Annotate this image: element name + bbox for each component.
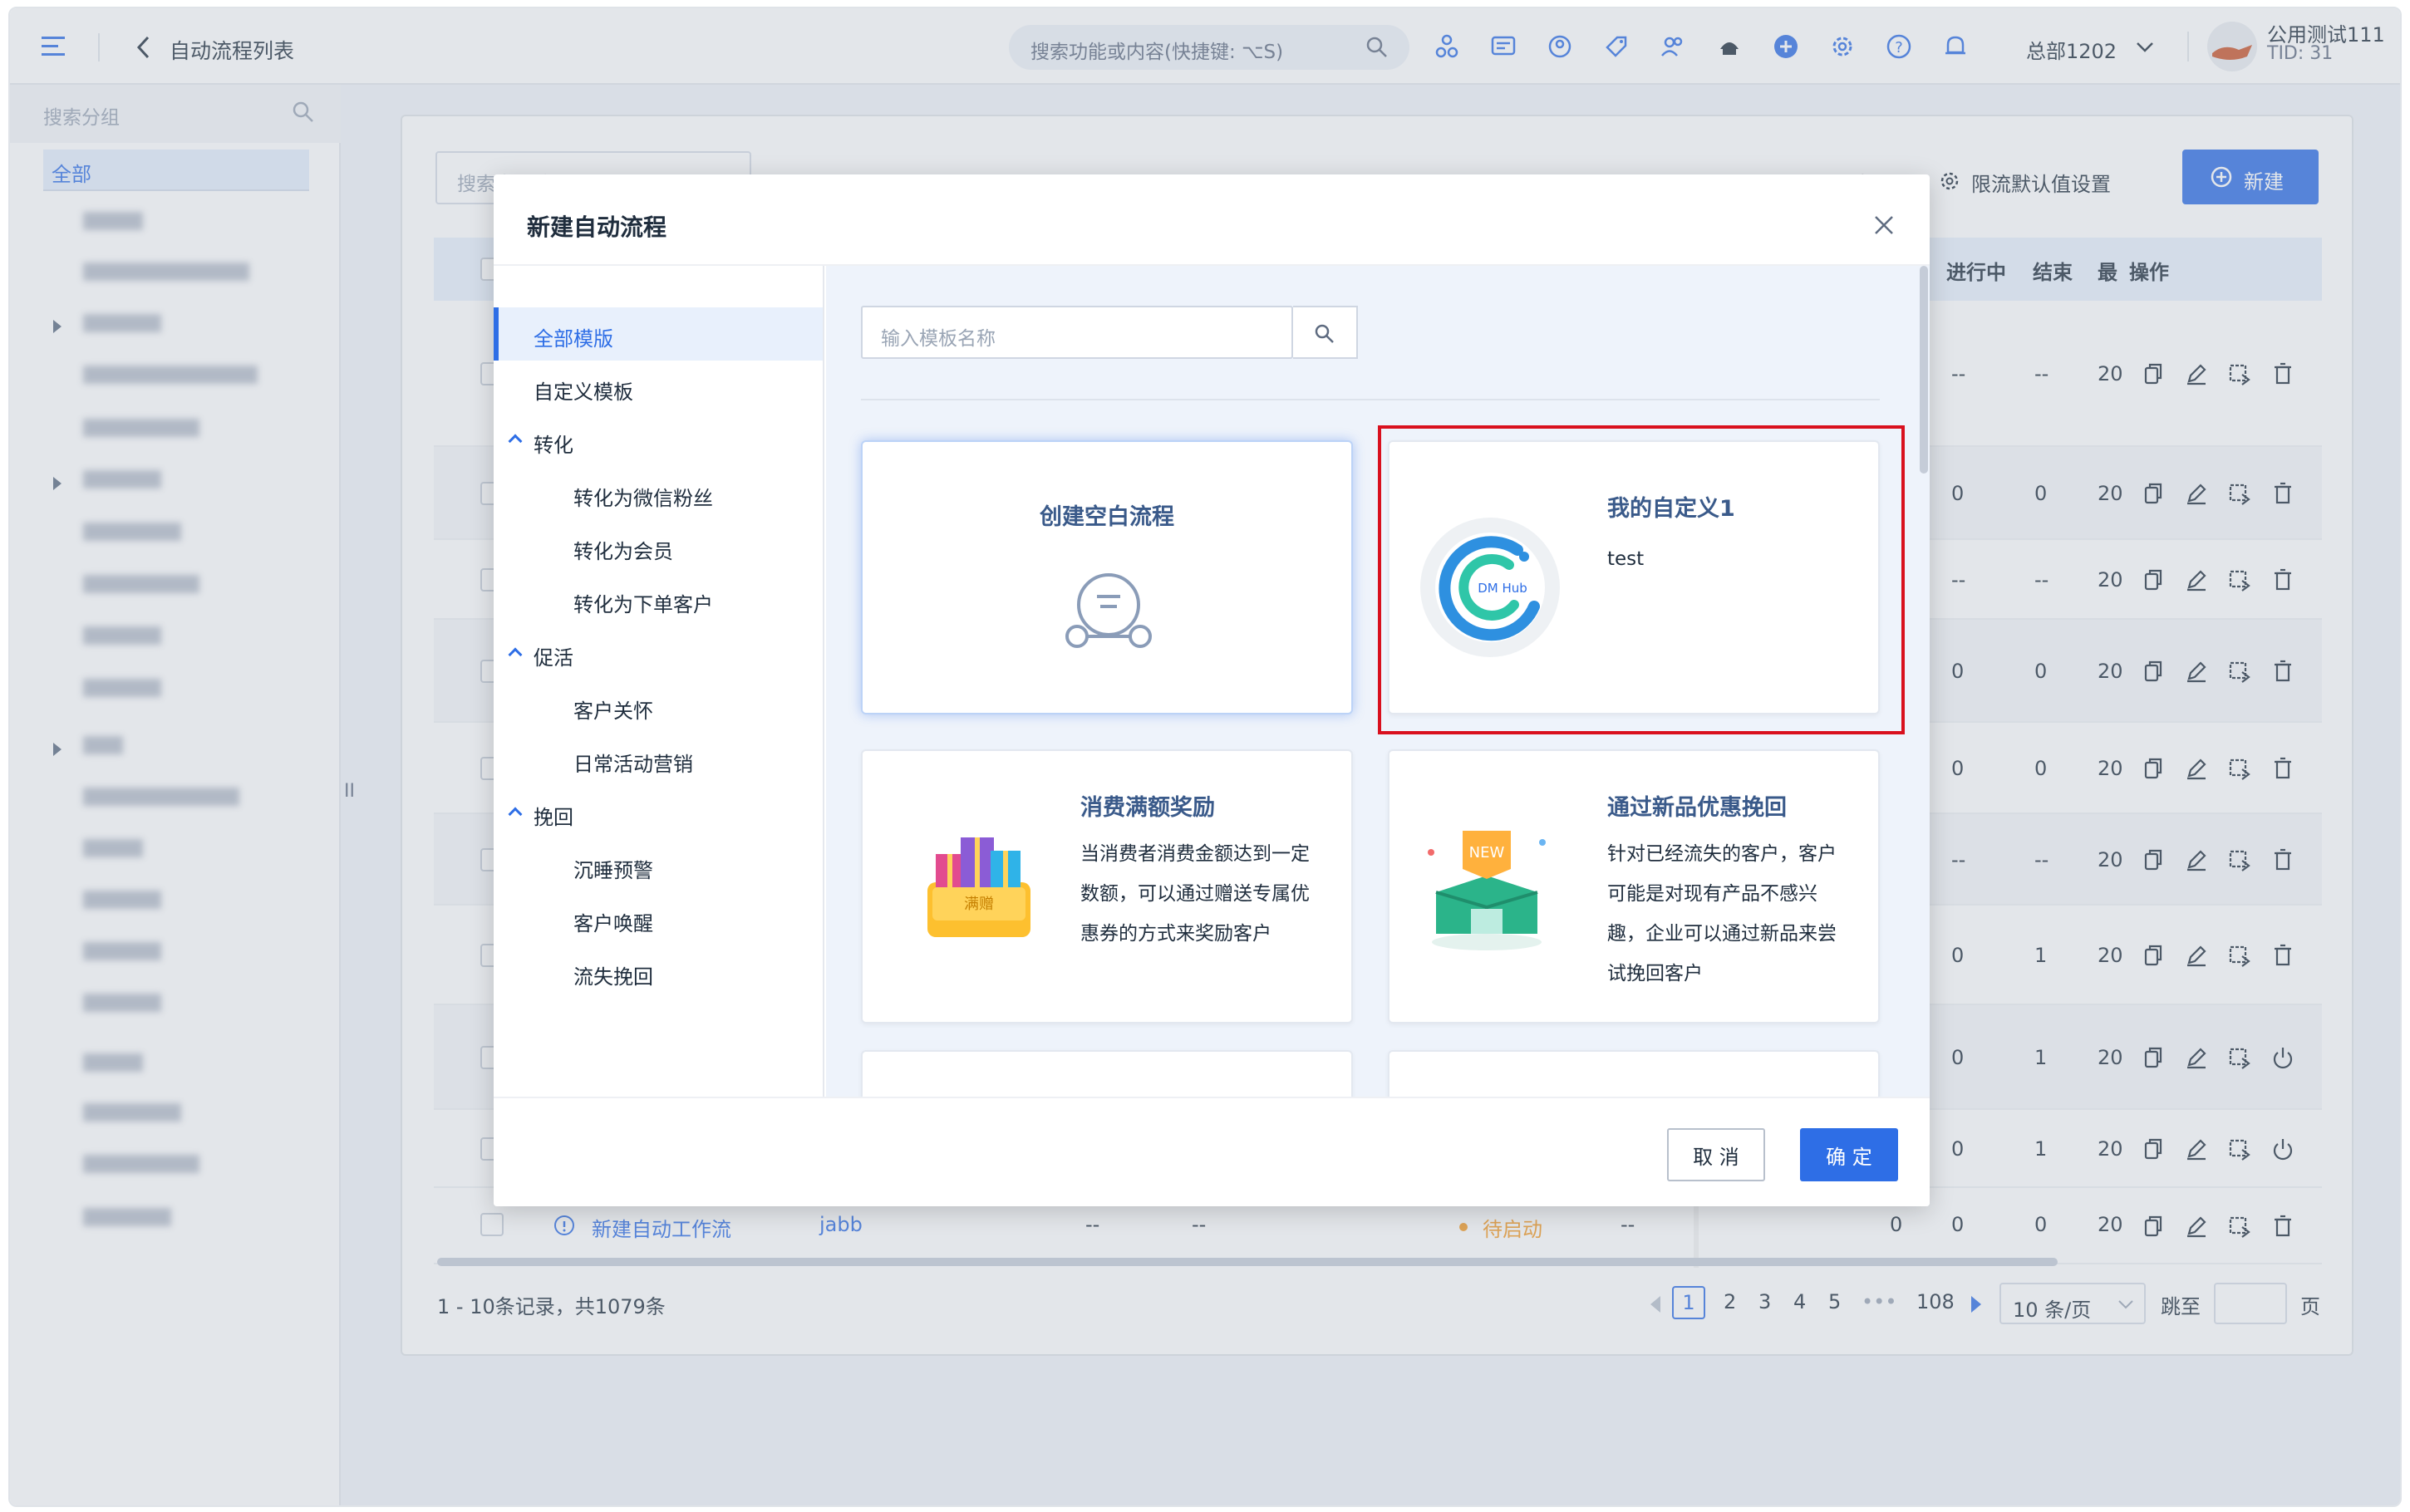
search-icon [1315,324,1334,343]
menu-item-custom-templates[interactable]: 自定义模板 [534,376,633,405]
cancel-button[interactable]: 取 消 [1667,1128,1765,1181]
desc-line: 当消费者消费金额达到一定 [1080,843,1310,865]
divider [861,399,1880,400]
desc-line: 惠券的方式来奖励客户 [1080,923,1271,945]
template-gallery: 输入模板名称 创建空白流程 DM Hub 我的自定义1 test 满赠 消费满额… [826,266,1930,1097]
menu-group-convert[interactable]: 转化 [534,429,573,458]
template-card[interactable] [861,1050,1353,1097]
desc-line: 可能是对现有产品不感兴 [1607,883,1817,905]
flow-blank-icon [1065,573,1152,648]
menu-group-activate[interactable]: 促活 [534,641,573,670]
menu-item-customer-care[interactable]: 客户关怀 [573,695,653,724]
confirm-button[interactable]: 确 定 [1800,1128,1898,1181]
template-card-spend-reward[interactable]: 满赠 消费满额奖励 当消费者消费金额达到一定 数额，可以通过赠送专属优 惠券的方… [861,749,1353,1024]
menu-item-daily-marketing[interactable]: 日常活动营销 [573,748,693,777]
modal-footer: 取 消 确 定 [494,1097,1930,1206]
menu-group-retain[interactable]: 挽回 [534,801,573,830]
modal-header: 新建自动流程 [494,174,1930,266]
menu-item-wechat-fans[interactable]: 转化为微信粉丝 [573,482,713,511]
template-desc: 针对已经流失的客户，客户 可能是对现有产品不感兴 趣，企业可以通过新品来尝 试挽… [1607,834,1865,994]
highlight-box [1378,425,1905,734]
menu-item-wake-up[interactable]: 客户唤醒 [573,907,653,936]
app-window: 自动流程列表 搜索功能或内容(快捷键: ⌥S) ? 总部1202 公用测试111… [8,7,2402,1507]
menu-item-churn-recovery[interactable]: 流失挽回 [573,960,653,989]
chevron-up-icon[interactable] [508,647,523,662]
modal-title: 新建自动流程 [527,214,667,241]
close-icon[interactable] [1873,214,1895,236]
badge-text: NEW [1469,844,1505,862]
new-product-illustration: NEW [1428,831,1546,950]
template-card-new-product[interactable]: NEW 通过新品优惠挽回 针对已经流失的客户，客户 可能是对现有产品不感兴 趣，… [1388,749,1880,1024]
template-search-button[interactable] [1293,306,1358,359]
menu-item-member[interactable]: 转化为会员 [573,535,673,564]
template-category-menu: 全部模版 自定义模板 转化 转化为微信粉丝 转化为会员 转化为下单客户 促活 客… [494,266,824,1097]
template-card[interactable] [1388,1050,1880,1097]
template-card-blank[interactable]: 创建空白流程 [861,440,1353,714]
menu-item-order-customer[interactable]: 转化为下单客户 [573,588,713,617]
template-search-input[interactable]: 输入模板名称 [861,306,1293,359]
desc-line: 针对已经流失的客户，客户 [1607,843,1837,865]
menu-item-all-templates[interactable]: 全部模版 [494,307,823,361]
new-flow-modal: 新建自动流程 全部模版 自定义模板 转化 转化为微信粉丝 转化为会员 转化为下单… [494,174,1930,1206]
menu-item-dormant-alert[interactable]: 沉睡预警 [573,854,653,883]
gift-box-illustration: 满赠 [927,837,1030,937]
desc-line: 试挽回客户 [1607,963,1703,984]
chevron-up-icon[interactable] [508,434,523,449]
chevron-up-icon[interactable] [508,807,523,822]
template-desc: 当消费者消费金额达到一定 数额，可以通过赠送专属优 惠券的方式来奖励客户 [1080,834,1338,954]
badge-text: 满赠 [964,896,994,913]
desc-line: 数额，可以通过赠送专属优 [1080,883,1310,905]
vertical-scrollbar[interactable] [1920,266,1928,474]
desc-line: 趣，企业可以通过新品来尝 [1607,923,1837,945]
